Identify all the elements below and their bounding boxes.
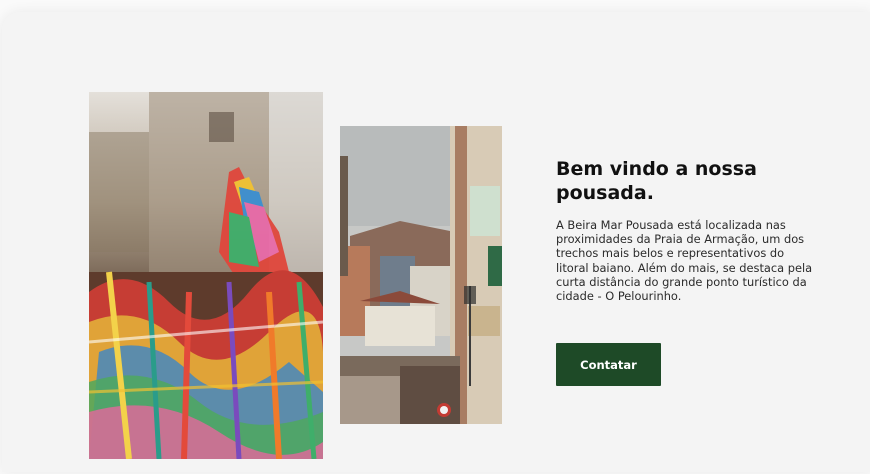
ribbons-illustration (89, 92, 323, 459)
welcome-content: Bem vindo a nossa pousada. A Beira Mar P… (556, 157, 818, 303)
ribbons-photo (89, 92, 323, 459)
contact-button[interactable]: Contatar (556, 343, 661, 386)
street-photo (340, 126, 502, 424)
page: Bem vindo a nossa pousada. A Beira Mar P… (0, 0, 870, 474)
street-illustration (340, 126, 502, 424)
welcome-description: A Beira Mar Pousada está localizada nas … (556, 218, 813, 304)
welcome-title: Bem vindo a nossa pousada. (556, 158, 757, 204)
